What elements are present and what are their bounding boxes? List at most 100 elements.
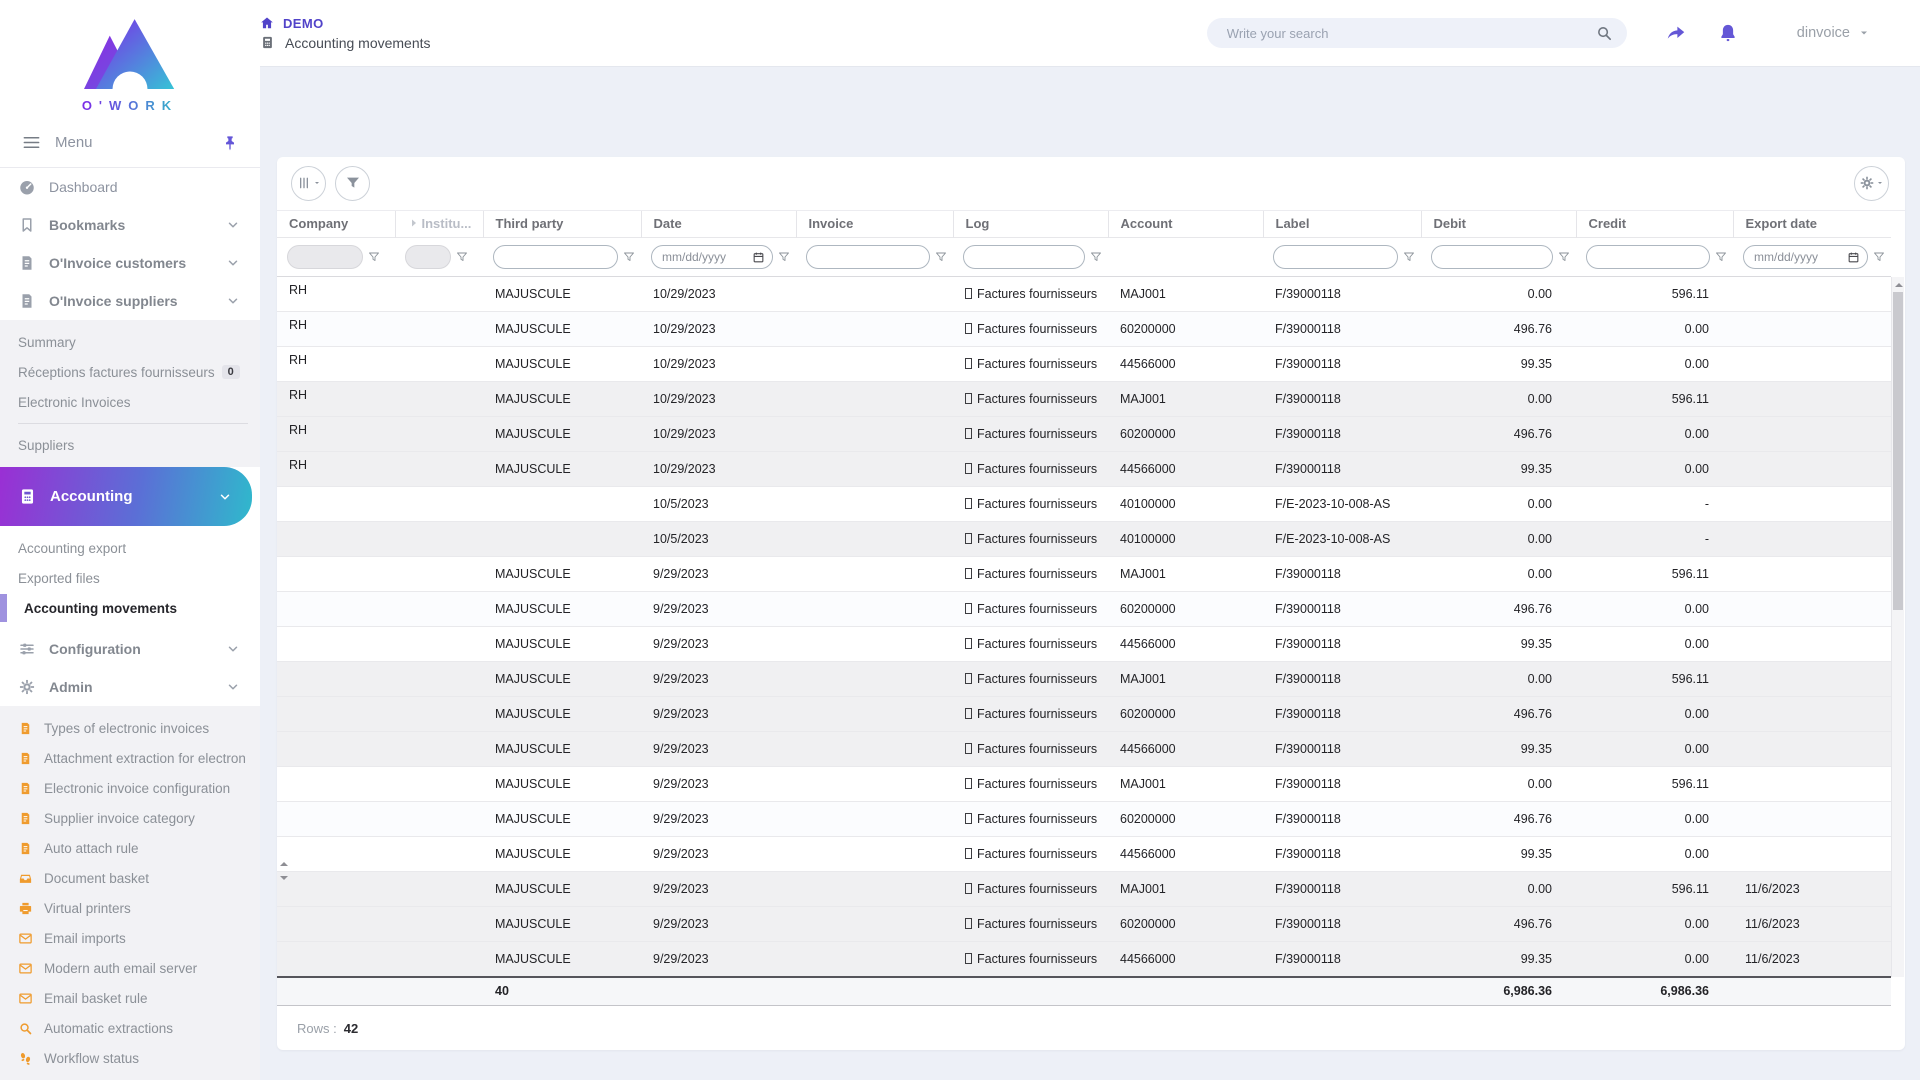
invoice-filter-input[interactable]: [806, 245, 930, 270]
column-header-third_party[interactable]: Third party: [482, 210, 641, 238]
sidebar-item-admin[interactable]: Admin: [0, 668, 260, 706]
table-row[interactable]: MAJUSCULE 9/29/2023 Factures fournisseurs 6…: [277, 696, 1891, 732]
sidebar-subitem-automatic-extractions[interactable]: Automatic extractions: [0, 1013, 260, 1043]
pin-icon[interactable]: [222, 135, 238, 151]
export_date-date-filter-input[interactable]: mm/dd/yyyy: [1743, 245, 1868, 270]
calendar-icon[interactable]: [752, 251, 765, 264]
column-header-invoice[interactable]: Invoice: [795, 210, 953, 238]
sidebar-subitem-summary[interactable]: Summary: [0, 327, 260, 357]
funnel-outline-icon[interactable]: [935, 251, 947, 263]
funnel-outline-icon[interactable]: [1090, 251, 1102, 263]
funnel-outline-icon[interactable]: [778, 251, 790, 263]
share-icon[interactable]: [1665, 22, 1687, 44]
sidebar-subitem-email-imports[interactable]: Email imports: [0, 923, 260, 953]
column-header-log[interactable]: Log: [952, 210, 1108, 238]
sidebar-item-oinvoice-suppliers[interactable]: O'Invoice suppliers: [0, 282, 260, 320]
funnel-outline-icon[interactable]: [1403, 251, 1415, 263]
credit-filter-input[interactable]: [1586, 245, 1710, 270]
funnel-outline-icon[interactable]: [623, 251, 635, 263]
scroll-down-arrow[interactable]: [277, 871, 290, 884]
sidebar-subitem-attachment-extraction[interactable]: Attachment extraction for electron: [0, 743, 260, 773]
scroll-up-arrow-bottom[interactable]: [277, 857, 290, 870]
table-row[interactable]: MAJUSCULE 9/29/2023 Factures fournisseurs 4…: [277, 731, 1891, 767]
table-row[interactable]: MAJUSCULE 9/29/2023 Factures fournisseurs 6…: [277, 801, 1891, 837]
funnel-outline-icon[interactable]: [1873, 251, 1885, 263]
sidebar-subitem-exported-files[interactable]: Exported files: [0, 563, 260, 593]
table-row[interactable]: MAJUSCULE 9/29/2023 Factures fournisseurs M…: [277, 556, 1891, 592]
sidebar-item-bookmarks[interactable]: Bookmarks: [0, 206, 260, 244]
sidebar-subitem-auto-attach-rule[interactable]: Auto attach rule: [0, 833, 260, 863]
sidebar-item-accounting[interactable]: Accounting: [0, 467, 252, 526]
table-row[interactable]: MAJUSCULE 9/29/2023 Factures fournisseurs M…: [277, 661, 1891, 697]
sidebar-subitem-modern-auth-email-server[interactable]: Modern auth email server: [0, 953, 260, 983]
funnel-outline-icon[interactable]: [1558, 251, 1570, 263]
table-row[interactable]: RH MAJUSCULE 10/29/2023 Factures fournisseu…: [277, 311, 1891, 347]
label-filter-input[interactable]: [1273, 245, 1398, 270]
user-menu[interactable]: dinvoice: [1797, 25, 1870, 41]
cell-text: 0.00: [1684, 322, 1709, 337]
column-header-label[interactable]: Label: [1262, 210, 1421, 238]
scrollbar-thumb[interactable]: [1893, 292, 1903, 610]
table-row[interactable]: 10/5/2023 Factures fournisseurs 40100000 F/…: [277, 521, 1891, 557]
table-row[interactable]: MAJUSCULE 9/29/2023 Factures fournisseurs M…: [277, 766, 1891, 802]
sidebar-subitem-virtual-printers[interactable]: Virtual printers: [0, 893, 260, 923]
calendar-icon[interactable]: [1847, 251, 1860, 264]
breadcrumb-home[interactable]: DEMO: [260, 16, 431, 31]
funnel-outline-icon[interactable]: [456, 251, 468, 263]
column-header-institution[interactable]: Institu...: [394, 210, 483, 238]
cell-export_date: 11/6/2023: [1733, 941, 1891, 977]
date-date-filter-input[interactable]: mm/dd/yyyy: [651, 245, 773, 270]
search-input[interactable]: [1226, 25, 1596, 41]
funnel-outline-icon[interactable]: [368, 251, 380, 263]
table-row[interactable]: MAJUSCULE 9/29/2023 Factures fournisseurs 4…: [277, 941, 1891, 977]
table-row[interactable]: MAJUSCULE 9/29/2023 Factures fournisseurs 6…: [277, 591, 1891, 627]
column-header-company[interactable]: Company: [277, 211, 395, 238]
third_party-filter-input[interactable]: [493, 245, 618, 270]
table-row[interactable]: MAJUSCULE 9/29/2023 Factures fournisseurs 4…: [277, 626, 1891, 662]
filter-button[interactable]: [335, 165, 370, 201]
table-row[interactable]: RH MAJUSCULE 10/29/2023 Factures fournisseu…: [277, 346, 1891, 382]
search-icon[interactable]: [1596, 25, 1613, 42]
cell-date: 9/29/2023: [641, 766, 796, 802]
debit-filter-input[interactable]: [1431, 245, 1553, 270]
table-row[interactable]: RH MAJUSCULE 10/29/2023 Factures fournisseu…: [277, 381, 1891, 417]
table-row[interactable]: MAJUSCULE 9/29/2023 Factures fournisseurs 4…: [277, 836, 1891, 872]
sidebar-item-configuration[interactable]: Configuration: [0, 630, 260, 668]
sidebar-subitem-suppliers[interactable]: Suppliers: [0, 430, 260, 460]
table-row[interactable]: MAJUSCULE 9/29/2023 Factures fournisseurs M…: [277, 871, 1891, 907]
sidebar-subitem-document-basket[interactable]: Document basket: [0, 863, 260, 893]
column-header-date[interactable]: Date: [640, 210, 796, 238]
sidebar-subitem-workflow-status[interactable]: Workflow status: [0, 1043, 260, 1073]
sidebar-subitem-electronic-invoice-configuration[interactable]: Electronic invoice configuration: [0, 773, 260, 803]
cell-text: MAJ001: [1120, 567, 1166, 582]
table-row[interactable]: RH MAJUSCULE 10/29/2023 Factures fournisseu…: [277, 276, 1891, 312]
vertical-scrollbar[interactable]: [1891, 277, 1904, 977]
sidebar-subitem-accounting-export[interactable]: Accounting export: [0, 533, 260, 563]
grid-settings-button[interactable]: [1854, 165, 1889, 201]
column-header-account[interactable]: Account: [1107, 210, 1263, 238]
sidebar-subitem-types-of-electronic-invoices[interactable]: Types of electronic invoices: [0, 713, 260, 743]
hamburger-icon[interactable]: [22, 133, 41, 152]
cell-text: 0.00: [1684, 427, 1709, 442]
column-header-debit[interactable]: Debit: [1420, 210, 1576, 238]
column-header-credit[interactable]: Credit: [1575, 210, 1733, 238]
funnel-outline-icon[interactable]: [1715, 251, 1727, 263]
cell-date: 9/29/2023: [641, 591, 796, 627]
notifications-bell-icon[interactable]: [1717, 22, 1739, 44]
sidebar-subitem-accounting-movements[interactable]: Accounting movements: [0, 593, 260, 623]
table-row[interactable]: RH MAJUSCULE 10/29/2023 Factures fournisseu…: [277, 451, 1891, 487]
cell-company: [277, 556, 395, 592]
sidebar-subitem-email-basket-rule[interactable]: Email basket rule: [0, 983, 260, 1013]
sidebar-subitem-receptions-factures-fournisseurs[interactable]: Réceptions factures fournisseurs 0: [0, 357, 260, 387]
table-row[interactable]: RH MAJUSCULE 10/29/2023 Factures fournisseu…: [277, 416, 1891, 452]
column-header-export_date[interactable]: Export date: [1732, 210, 1891, 238]
sidebar-item-dashboard[interactable]: Dashboard: [0, 168, 260, 206]
sidebar-subitem-supplier-invoice-category[interactable]: Supplier invoice category: [0, 803, 260, 833]
log-filter-input[interactable]: [963, 245, 1085, 270]
columns-button[interactable]: [291, 165, 326, 201]
sidebar-subitem-electronic-invoices[interactable]: Electronic Invoices: [0, 387, 260, 417]
table-row[interactable]: MAJUSCULE 9/29/2023 Factures fournisseurs 6…: [277, 906, 1891, 942]
table-row[interactable]: 10/5/2023 Factures fournisseurs 40100000 F/…: [277, 486, 1891, 522]
sidebar-item-oinvoice-customers[interactable]: O'Invoice customers: [0, 244, 260, 282]
scroll-up-arrow[interactable]: [1892, 278, 1905, 291]
